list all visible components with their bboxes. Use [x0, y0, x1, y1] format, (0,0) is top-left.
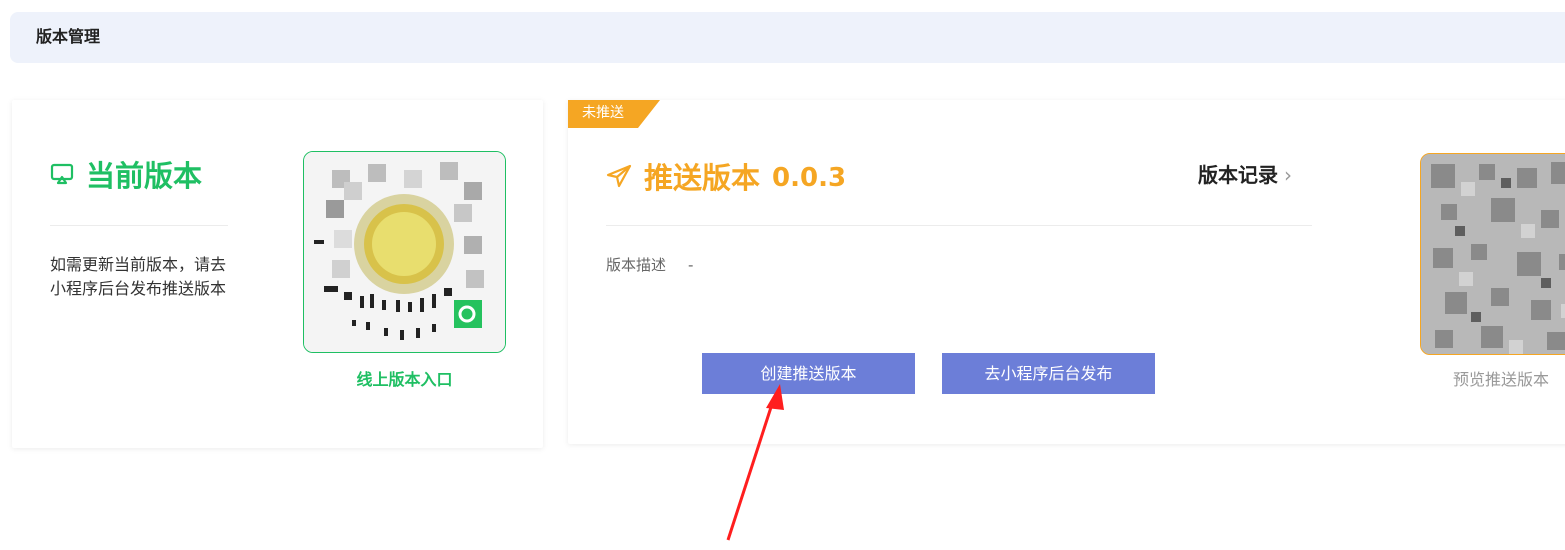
version-description-value: -: [688, 256, 694, 274]
current-version-description: 如需更新当前版本，请去小程序后台发布推送版本: [50, 255, 227, 298]
version-history-link[interactable]: 版本记录 ›: [1198, 162, 1292, 188]
push-version-heading: 推送版本 0.0.3: [606, 160, 846, 196]
chevron-right-icon: ›: [1284, 163, 1292, 187]
current-version-heading: 当前版本: [50, 158, 202, 194]
push-version-preview-qr-code: [1420, 153, 1565, 355]
version-description-row: 版本描述 -: [606, 255, 693, 275]
status-badge-label: 未推送: [582, 105, 624, 121]
status-badge: 未推送: [568, 100, 660, 128]
send-icon: [606, 164, 632, 192]
divider: [50, 225, 228, 226]
current-version-card: 当前版本 如需更新当前版本，请去小程序后台发布推送版本 线上版本入口: [12, 100, 543, 448]
create-push-version-button[interactable]: 创建推送版本: [702, 353, 915, 394]
version-history-label: 版本记录: [1198, 163, 1278, 187]
push-version-title: 推送版本: [644, 161, 761, 195]
version-description-label: 版本描述: [606, 256, 667, 274]
page-title: 版本管理: [36, 27, 101, 46]
online-version-entry-link[interactable]: 线上版本入口: [303, 370, 506, 390]
preview-push-version-label: 预览推送版本: [1453, 370, 1550, 389]
monitor-icon: [50, 163, 74, 189]
go-to-miniprogram-backend-button[interactable]: 去小程序后台发布: [942, 353, 1155, 394]
current-version-title: 当前版本: [86, 159, 203, 193]
divider: [606, 225, 1312, 226]
online-version-qr-code: [303, 151, 506, 353]
version-management-page: 版本管理 当前版本 如需更新当前版本，请去小程序后台发布推送版本 线上版本入口 …: [0, 0, 1565, 550]
push-version-number: 0.0.3: [772, 163, 847, 193]
push-version-card: 未推送 推送版本 0.0.3 版本记录 › 版本描述 - 创建推送版本 去小程序…: [568, 100, 1565, 444]
page-header: 版本管理: [10, 12, 1565, 63]
